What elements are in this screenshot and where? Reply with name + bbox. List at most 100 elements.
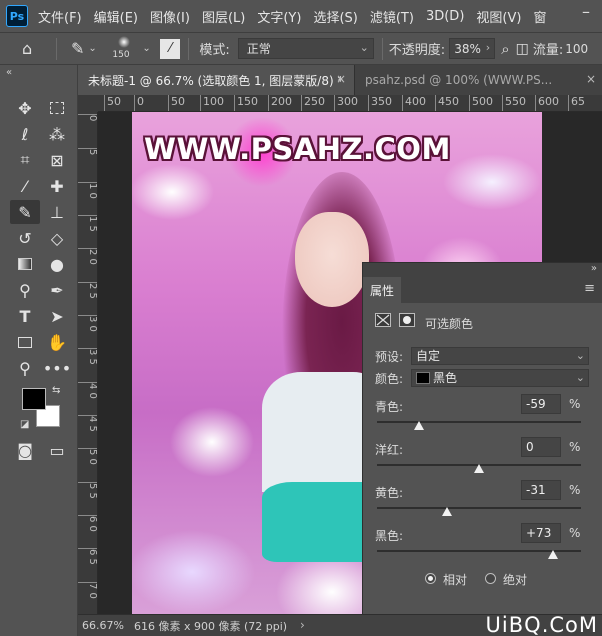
lasso-tool-icon[interactable]: ℓ [12,122,38,146]
percent-unit: % [569,483,581,497]
zoom-tool-icon[interactable]: ⚲ [12,356,38,380]
collapse-arrows-icon[interactable]: « [6,67,12,78]
relative-radio[interactable] [425,573,436,584]
chevron-down-icon[interactable]: ⌄ [142,43,152,54]
eraser-tool-icon[interactable]: ◇ [44,226,70,250]
menu-select[interactable]: 选择(S) [313,7,357,26]
ruler-tick-label: 150 [234,95,258,111]
absolute-radio[interactable] [485,573,496,584]
brush-tool-icon[interactable]: ✎ [71,39,84,58]
close-icon[interactable]: × [586,72,596,86]
blur-tool-icon[interactable]: ● [44,252,70,276]
swap-colors-icon[interactable]: ⇆ [52,385,60,396]
ruler-tick-label: 2 5 [78,282,97,312]
pen-tool-icon[interactable]: ✒ [44,278,70,302]
opacity-field[interactable]: 38% › [449,38,496,59]
eyedropper-tool-icon[interactable]: ⁄ [12,174,38,198]
vertical-ruler[interactable]: 0 5 1 0 1 5 2 0 2 5 3 0 3 5 4 0 4 5 5 0 … [78,112,98,614]
slider-track[interactable] [377,507,581,509]
history-brush-tool-icon[interactable]: ↺ [12,226,38,250]
ruler-tick-label: 7 0 [78,582,97,612]
minimize-button[interactable]: – [576,2,596,24]
chevron-down-icon: ⌄ [359,41,369,54]
quick-mask-icon[interactable]: ◙ [12,438,38,462]
horizontal-ruler[interactable]: 50 0 50 100 150 200 250 300 350 400 450 … [98,95,602,112]
ruler-tick-label: 0 [78,114,97,144]
slider-thumb[interactable] [474,464,484,473]
zoom-level-field[interactable]: 66.67% [78,619,124,632]
menu-filter[interactable]: 滤镜(T) [370,7,414,26]
preset-select[interactable]: 自定 ⌄ [411,347,589,365]
document-tab-active[interactable]: 未标题-1 @ 66.7% (选取颜色 1, 图层蒙版/8) * × [78,65,354,95]
menu-type[interactable]: 文字(Y) [257,7,301,26]
dodge-tool-icon[interactable]: ⚲ [12,278,38,302]
slider-thumb[interactable] [442,507,453,516]
ruler-tick-label: 5 0 [78,448,97,478]
chevron-down-icon[interactable]: ⌄ [88,43,98,54]
slider-value-field[interactable]: -59 [521,394,561,414]
more-tools-icon[interactable]: ••• [43,356,71,380]
blend-mode-select[interactable]: 正常 ⌄ [237,38,374,59]
opacity-pressure-toggle-icon[interactable]: ◫ [516,41,529,57]
slider-thumb[interactable] [413,421,424,430]
screen-mode-icon[interactable]: ▭ [44,438,70,462]
menu-edit[interactable]: 编辑(E) [94,7,138,26]
brush-tool-icon[interactable]: ✎ [10,200,40,224]
foreground-color-swatch[interactable] [22,388,46,410]
menu-file[interactable]: 文件(F) [38,7,82,26]
divider [381,37,383,60]
menu-layer[interactable]: 图层(L) [202,7,245,26]
hand-tool-icon[interactable]: ✋ [44,330,70,354]
document-tab-bar: 未标题-1 @ 66.7% (选取颜色 1, 图层蒙版/8) * × psahz… [78,65,602,95]
gradient-tool-icon[interactable] [12,252,38,276]
divider [56,37,57,60]
status-menu-arrow-icon[interactable]: › [300,618,305,632]
slider-track[interactable] [377,421,581,423]
flow-label: 流量: [532,43,564,58]
panel-menu-icon[interactable]: ≡ [584,281,595,296]
magic-wand-tool-icon[interactable]: ⁂ [44,122,70,146]
menu-view[interactable]: 视图(V) [476,7,521,26]
clone-stamp-tool-icon[interactable]: ⊥ [44,200,70,224]
close-icon[interactable]: × [336,72,346,86]
menu-window[interactable]: 窗 [533,7,546,26]
marquee-tool-icon[interactable] [44,96,70,120]
menu-3d[interactable]: 3D(D) [426,9,464,24]
pressure-opacity-icon[interactable]: ⌕ [501,40,509,58]
healing-brush-tool-icon[interactable]: ✚ [44,174,70,198]
slider-thumb[interactable] [548,550,559,559]
slider-value-field[interactable]: +73 [521,523,561,543]
slider-value-field[interactable]: 0 [521,437,561,457]
rectangle-tool-icon[interactable] [12,330,38,354]
relative-label[interactable]: 相对 [443,571,467,588]
menu-image[interactable]: 图像(I) [150,7,190,26]
home-icon[interactable]: ⌂ [22,39,42,58]
colors-select[interactable]: 黑色 ⌄ [411,369,589,387]
ruler-tick-label: 250 [301,95,325,111]
selective-color-adjustment-icon[interactable] [375,313,391,327]
crop-tool-icon[interactable]: ⌗ [12,148,38,172]
slider-yellow: 黄色: -31 % [363,480,602,522]
absolute-label[interactable]: 绝对 [503,571,527,588]
flow-value[interactable]: 100 [565,42,588,56]
tab-properties[interactable]: 属性 [363,277,401,303]
ruler-origin[interactable] [78,95,98,112]
brush-preset-picker[interactable]: 150 [112,35,138,63]
collapse-arrows-icon[interactable]: » [591,263,597,274]
slider-value-field[interactable]: -31 [521,480,561,500]
move-tool-icon[interactable]: ✥ [12,96,38,120]
properties-tab-strip: 属性 ≡ [363,277,602,303]
default-colors-icon[interactable]: ◪ [20,419,29,430]
frame-tool-icon[interactable]: ⊠ [44,148,70,172]
preset-label: 预设: [375,350,404,364]
ruler-tick-label: 4 0 [78,382,97,412]
layer-mask-icon[interactable] [399,313,415,327]
brush-settings-icon[interactable]: ⁄ [160,38,181,59]
adjustment-header: 可选颜色 [363,313,602,333]
path-selection-tool-icon[interactable]: ➤ [44,304,70,328]
document-tab[interactable]: psahz.psd @ 100% (WWW.PS... × [354,65,602,95]
type-tool-icon[interactable]: T [12,304,38,328]
panel-header-strip: » [363,263,602,277]
slider-label: 青色: [375,400,404,414]
properties-panel: » 属性 ≡ 可选颜色 预设: 自定 ⌄ 颜色: 黑色 ⌄ 青色: -59 % [362,262,602,614]
